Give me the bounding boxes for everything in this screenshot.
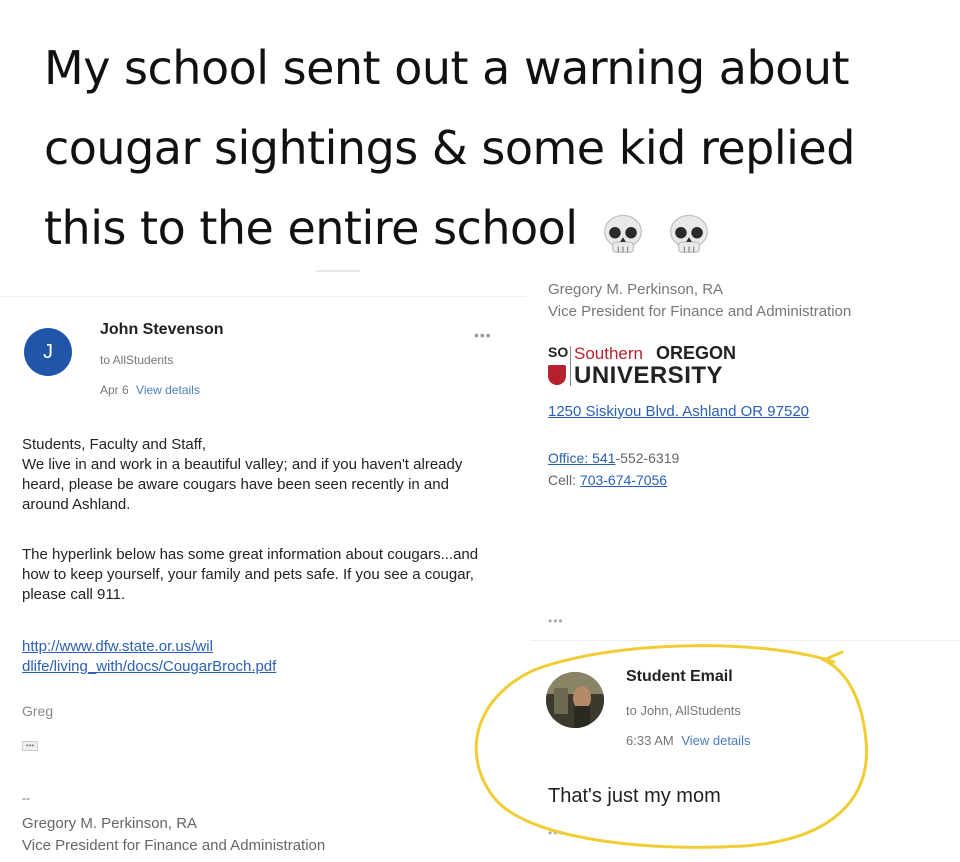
- southern-oregon-university-logo: SO Southern OREGON UNIVERSITY: [546, 343, 766, 390]
- signature-title: Vice President for Finance and Administr…: [22, 837, 326, 854]
- more-options-icon[interactable]: •••: [548, 614, 564, 628]
- headline-line-3: this to the entire school: [44, 188, 944, 272]
- view-details-link[interactable]: View details: [136, 383, 200, 397]
- cell-phone-link[interactable]: 703-674-7056: [580, 472, 667, 488]
- email-date: Apr 6: [100, 383, 129, 397]
- shield-icon: [548, 365, 566, 385]
- email-recipients: to AllStudents: [100, 353, 174, 367]
- logo-divider: [570, 346, 571, 386]
- office-phone-rest: -552-6319: [615, 450, 680, 466]
- logo-southern: Southern: [574, 344, 643, 363]
- signature-name: Gregory M. Perkinson, RA: [22, 815, 198, 832]
- skull-icon: [603, 214, 642, 253]
- url-line-2[interactable]: dlife/living_with/docs/CougarBroch.pdf: [22, 657, 276, 677]
- logo-so-mark: SO: [548, 344, 569, 360]
- reply-sender-name: Student Email: [626, 668, 733, 685]
- more-options-icon[interactable]: •••: [474, 327, 492, 343]
- skull-icon: [669, 214, 708, 253]
- email-signoff: Greg: [22, 703, 54, 719]
- headline-line-1: My school sent out a warning about: [44, 41, 850, 95]
- right-signature-title: Vice President for Finance and Administr…: [548, 303, 852, 320]
- student-reply-panel: [530, 640, 960, 862]
- right-signature-name: Gregory M. Perkinson, RA: [548, 281, 724, 298]
- reply-time-line: 6:33 AM View details: [626, 733, 750, 748]
- url-line-1[interactable]: http://www.dfw.state.or.us/wil: [22, 637, 276, 657]
- sender-name: John Stevenson: [100, 321, 224, 338]
- cell-phone: Cell: 703-674-7056: [548, 472, 667, 488]
- show-trimmed-content-button[interactable]: •••: [22, 741, 38, 751]
- cell-label: Cell:: [548, 472, 580, 488]
- sender-avatar[interactable]: J: [24, 328, 72, 376]
- reply-recipients: to John, AllStudents: [626, 703, 741, 718]
- divider: [316, 270, 360, 272]
- logo-university: UNIVERSITY: [574, 362, 724, 389]
- student-photo-avatar[interactable]: [546, 672, 604, 728]
- headline-line-3-text: this to the entire school: [44, 201, 578, 255]
- reply-view-details-link[interactable]: View details: [681, 733, 750, 748]
- email-paragraph-2: The hyperlink below has some great infor…: [22, 546, 479, 603]
- address-link[interactable]: 1250 Siskiyou Blvd. Ashland OR 97520: [548, 403, 809, 420]
- skull-emojis: [600, 192, 718, 272]
- email-paragraph-1: Students, Faculty and Staff, We live in …: [22, 436, 463, 513]
- reply-time: 6:33 AM: [626, 733, 674, 748]
- reply-message: That's just my mom: [548, 785, 721, 807]
- signature-separator: --: [22, 791, 30, 805]
- email-date-line: Apr 6 View details: [100, 383, 200, 397]
- meme-headline: My school sent out a warning about couga…: [44, 28, 944, 272]
- more-options-icon[interactable]: •••: [548, 826, 564, 840]
- email-message-panel: J John Stevenson to AllStudents Apr 6 Vi…: [0, 296, 526, 862]
- headline-line-2: cougar sightings & some kid replied: [44, 121, 855, 175]
- cougar-brochure-link[interactable]: http://www.dfw.state.or.us/wil dlife/liv…: [22, 637, 276, 677]
- office-label[interactable]: Office:: [548, 450, 592, 466]
- office-phone: Office: 541-552-6319: [548, 450, 679, 466]
- logo-oregon: OREGON: [656, 343, 737, 363]
- office-phone-link[interactable]: 541: [592, 450, 615, 466]
